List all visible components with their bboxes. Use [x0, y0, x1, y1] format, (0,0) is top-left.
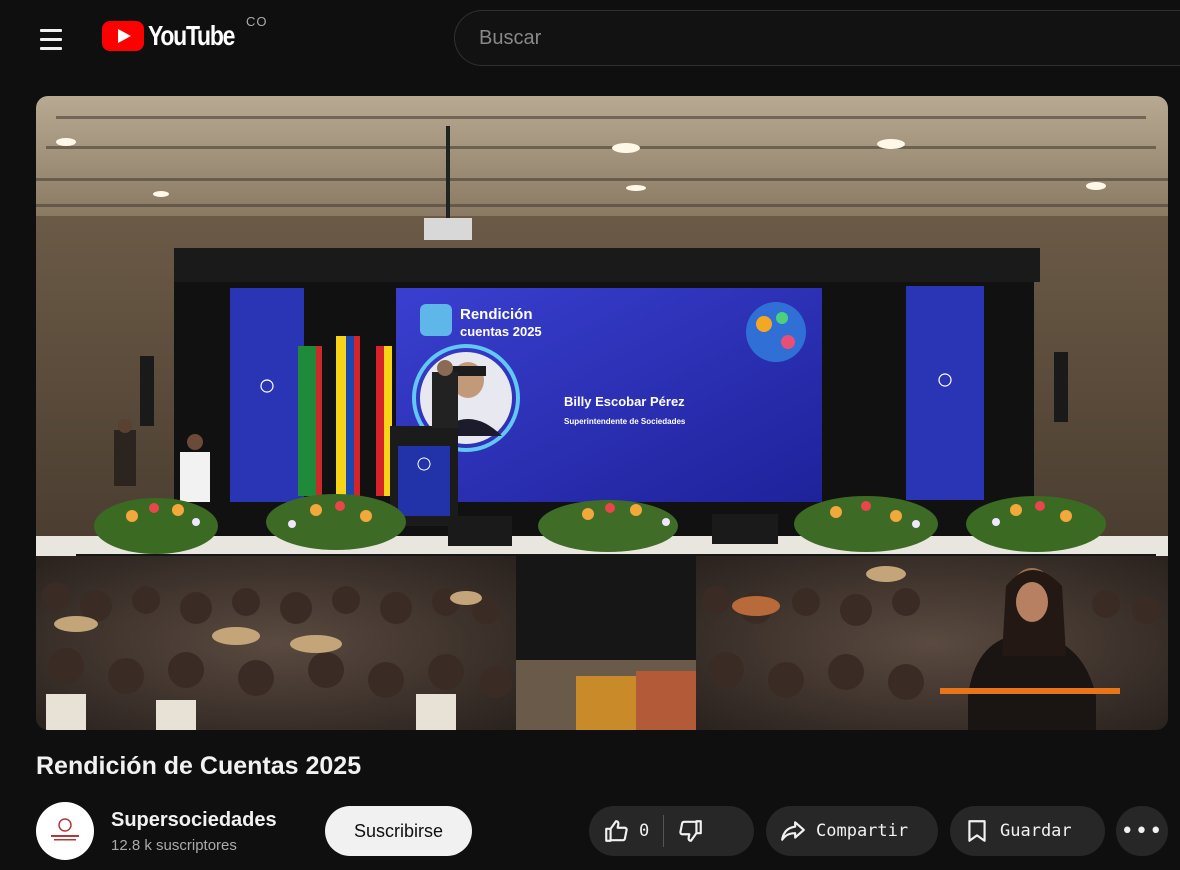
video-frame: Rendición cuentas 2025 Billy Escobar Pér… [36, 96, 1168, 730]
share-button[interactable]: Compartir [766, 806, 938, 856]
subscribe-button[interactable]: Suscribirse [325, 806, 472, 856]
save-label: Guardar [1000, 821, 1072, 841]
channel-logo-icon [51, 818, 79, 841]
speaker-role: Superintendente de Sociedades [564, 417, 686, 426]
thumbs-down-icon[interactable] [678, 818, 704, 844]
youtube-logo[interactable]: YouTube [102, 20, 253, 52]
like-divider [663, 815, 665, 847]
subscriber-count: 12.8 k suscriptores [111, 836, 237, 854]
save-button[interactable]: Guardar [950, 806, 1105, 856]
share-label: Compartir [816, 821, 909, 841]
like-button[interactable]: 0 [603, 818, 649, 844]
channel-avatar[interactable] [36, 802, 94, 860]
thumbs-up-icon [605, 820, 628, 842]
bookmark-icon [968, 820, 986, 842]
channel-meta: Supersociedades 12.8 k suscriptores [111, 809, 277, 854]
speaker-name: Billy Escobar Pérez [564, 394, 685, 409]
screen-title-line1: Rendición [460, 306, 533, 323]
channel-name[interactable]: Supersociedades [111, 809, 277, 832]
channel-owner: Supersociedades 12.8 k suscriptores [36, 802, 277, 860]
search-box[interactable] [454, 10, 1180, 66]
more-icon: ••• [1120, 818, 1164, 844]
video-player[interactable]: Rendición cuentas 2025 Billy Escobar Pér… [36, 96, 1168, 730]
like-count: 0 [639, 821, 650, 841]
search-input[interactable] [479, 26, 1180, 50]
screen-title-line2: cuentas 2025 [460, 324, 542, 339]
video-title: Rendición de Cuentas 2025 [36, 752, 362, 780]
country-code: CO [246, 14, 268, 29]
like-dislike-bar: 0 [589, 806, 754, 856]
youtube-play-icon [102, 21, 144, 51]
masthead: YouTube CO [14, 0, 1180, 80]
more-actions-button[interactable]: ••• [1116, 806, 1168, 856]
share-icon [781, 821, 805, 841]
logo-text: YouTube [148, 20, 235, 51]
menu-icon[interactable] [34, 22, 68, 56]
